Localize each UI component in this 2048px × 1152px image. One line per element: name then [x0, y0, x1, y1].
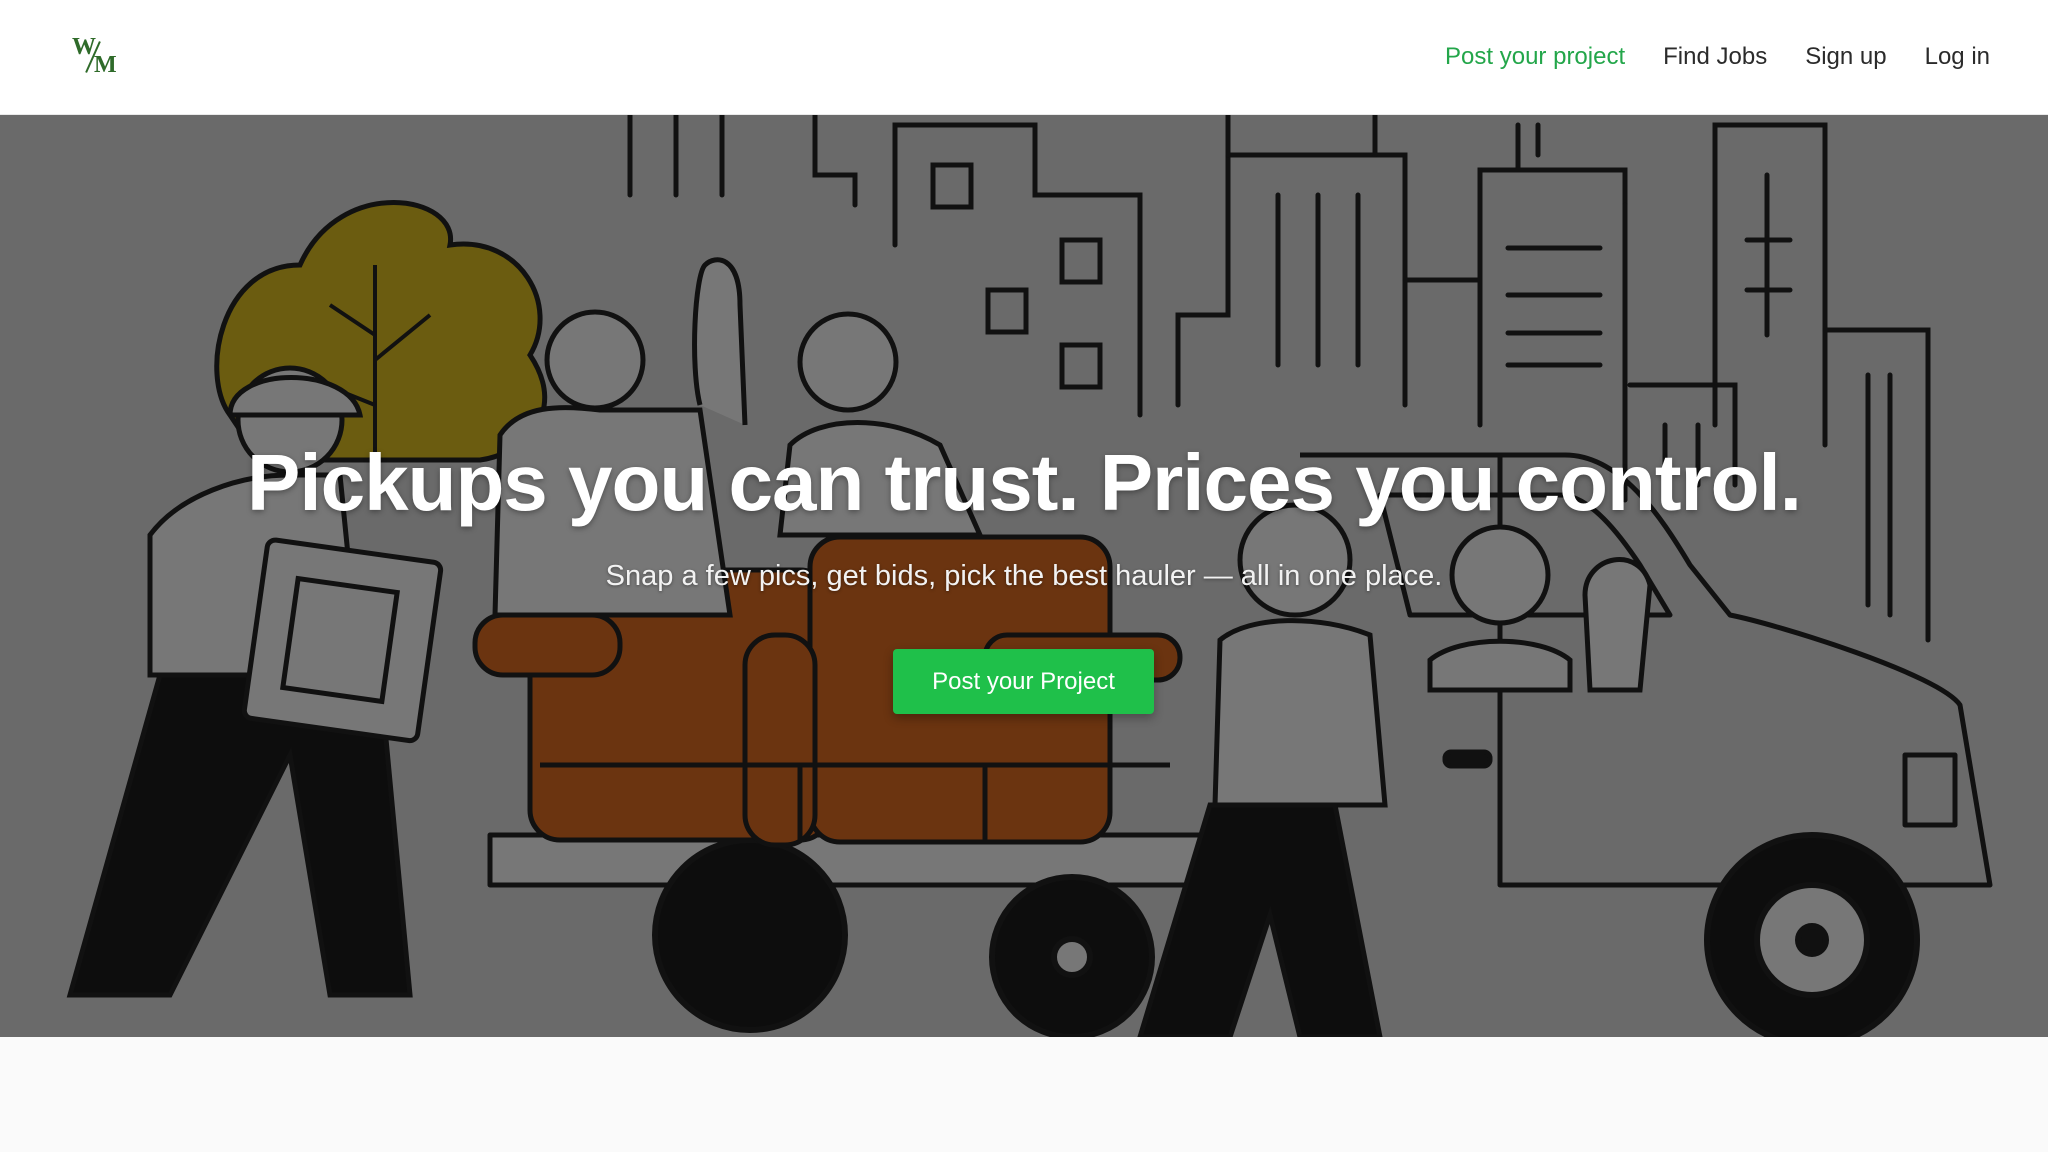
- hero-subtitle: Snap a few pics, get bids, pick the best…: [605, 560, 1443, 592]
- post-project-button[interactable]: Post your Project: [893, 649, 1154, 714]
- nav-find-jobs-link[interactable]: Find Jobs: [1663, 43, 1767, 71]
- hero-section: Pickups you can trust. Prices you contro…: [0, 115, 2048, 1037]
- nav-sign-up-link[interactable]: Sign up: [1805, 43, 1886, 71]
- logo-letter-m: M: [94, 52, 117, 78]
- hero-title: Pickups you can trust. Prices you contro…: [247, 438, 1802, 527]
- nav-post-project-link[interactable]: Post your project: [1445, 43, 1625, 71]
- main-nav: Post your project Find Jobs Sign up Log …: [1445, 43, 1990, 71]
- brand-logo[interactable]: W M: [72, 32, 122, 82]
- nav-log-in-link[interactable]: Log in: [1925, 43, 1990, 71]
- below-hero-area: [0, 1037, 2048, 1152]
- top-navbar: W M Post your project Find Jobs Sign up …: [0, 0, 2048, 115]
